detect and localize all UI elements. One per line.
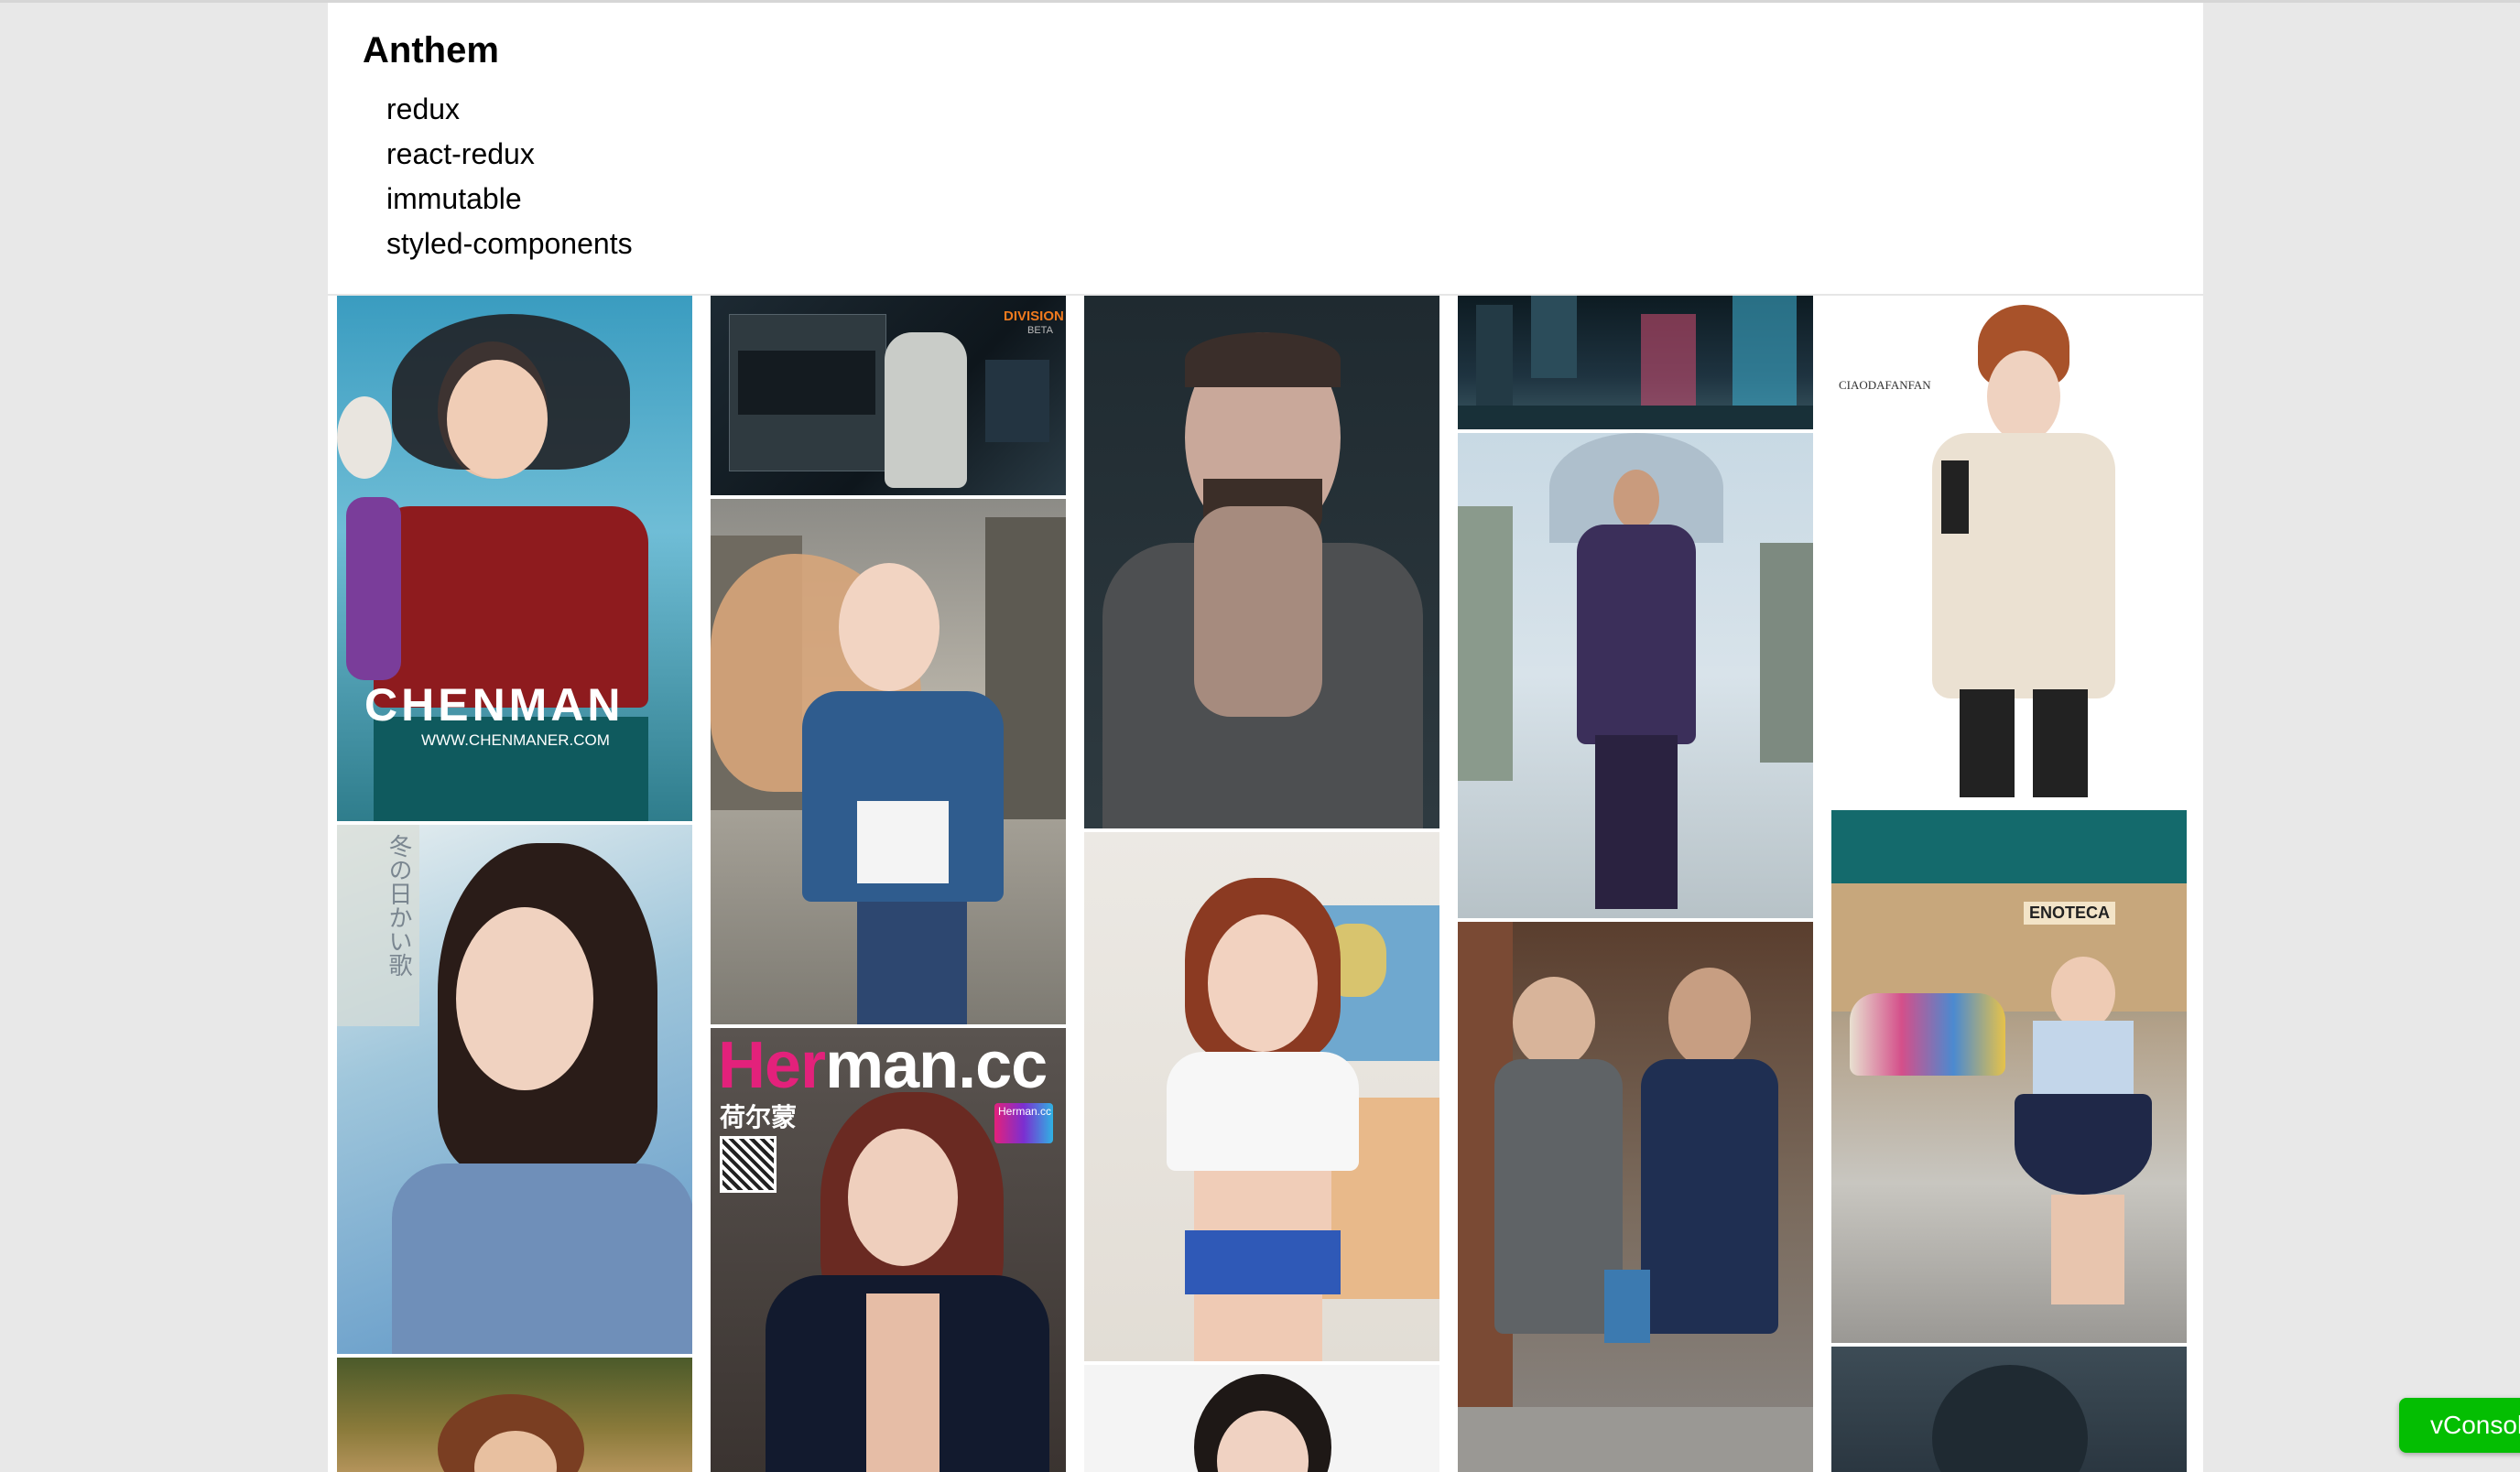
herman-brand-part-a: Her (718, 1029, 826, 1102)
photo-card-denim[interactable] (711, 499, 1066, 1024)
dependency-item: styled-components (386, 227, 633, 260)
dependency-list: redux react-redux immutable styled-compo… (386, 87, 633, 266)
photo-card-enoteca[interactable]: ENOTECA (1831, 810, 2187, 1343)
photo-card-city-night[interactable] (1458, 296, 1813, 429)
dependency-item: react-redux (386, 137, 535, 170)
dependency-item: immutable (386, 182, 522, 215)
ciao-brand: CIAODAFANFAN (1839, 378, 1931, 392)
photo-card-division[interactable]: DIVISION BETA (711, 296, 1066, 495)
photo-card-chenman[interactable]: CHENMAN WWW.CHENMANER.COM (337, 296, 692, 821)
qr-code-icon (720, 1136, 777, 1193)
photo-card-two-men[interactable] (1458, 922, 1813, 1472)
page-header: Anthem redux react-redux immutable style… (328, 3, 2203, 296)
division-badge: DIVISION (1004, 308, 1064, 324)
dependency-item: redux (386, 92, 461, 125)
photo-card-classroom[interactable] (1084, 832, 1439, 1361)
herman-brand-part-b: man.cc (825, 1029, 1048, 1102)
photo-card-hooded[interactable] (1831, 1347, 2187, 1472)
photo-card-herman[interactable]: Herman.cc 荷尔蒙 Herman.cc (711, 1028, 1066, 1472)
division-beta: BETA (1027, 325, 1053, 336)
herman-brand: Herman.cc (718, 1028, 1048, 1103)
photo-card-fashion-white[interactable]: CIAODAFANFAN (1831, 296, 2187, 797)
herman-badge: Herman.cc (998, 1105, 1052, 1118)
page-title: Anthem (363, 30, 499, 70)
enoteca-sign: ENOTECA (2024, 902, 2116, 925)
photo-card-portrait[interactable] (1084, 1365, 1439, 1472)
photo-card-street-man[interactable] (1458, 433, 1813, 918)
photo-waterfall-grid: CHENMAN WWW.CHENMANER.COM 冬の日かい歌 DIVISIO… (337, 296, 2194, 1472)
photo-card-tattoo[interactable] (1084, 296, 1439, 828)
photo-card-japanese[interactable]: 冬の日かい歌 (337, 825, 692, 1354)
herman-cn: 荷尔蒙 (720, 1103, 798, 1131)
photo-card-forest[interactable] (337, 1358, 692, 1472)
chenman-brand: CHENMAN (364, 679, 625, 731)
page-container: Anthem redux react-redux immutable style… (328, 3, 2203, 1472)
chenman-url: WWW.CHENMANER.COM (421, 731, 610, 749)
vconsole-button[interactable]: vConsole (2399, 1398, 2520, 1453)
japanese-vertical-text: 冬の日かい歌 (386, 834, 413, 977)
